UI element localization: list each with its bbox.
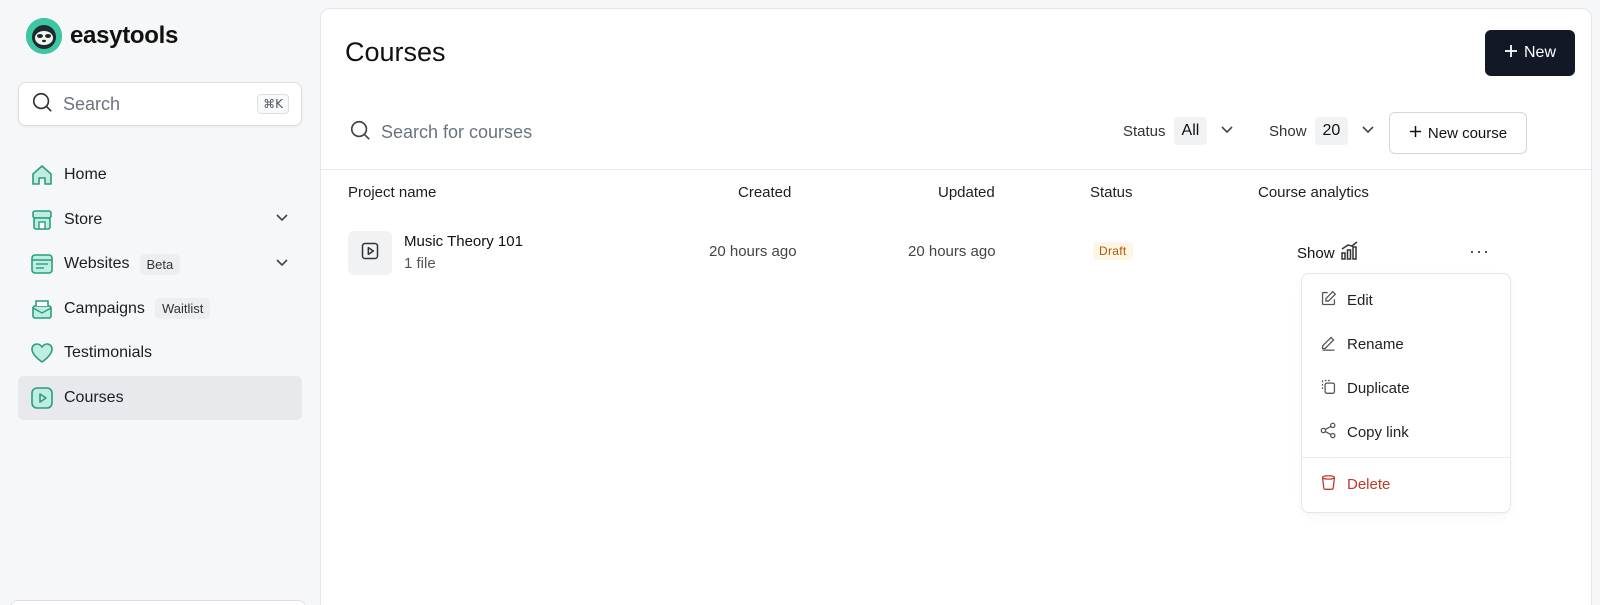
new-course-button[interactable]: New course xyxy=(1389,112,1527,154)
sidebar-item-label: Store xyxy=(64,210,103,228)
sidebar-item-websites[interactable]: Websites Beta xyxy=(18,242,302,286)
menu-item-edit[interactable]: Edit xyxy=(1302,280,1510,320)
new-button-label: New xyxy=(1523,44,1556,61)
status-filter-label: Status xyxy=(1123,122,1166,140)
menu-item-label: Copy link xyxy=(1347,423,1409,441)
page-title: Courses xyxy=(345,37,446,67)
analytics-chart-icon xyxy=(1339,241,1359,265)
sidebar-item-store[interactable]: Store xyxy=(18,198,302,242)
websites-icon xyxy=(30,252,54,276)
course-search-placeholder: Search for courses xyxy=(381,122,533,142)
brand-name: easytools xyxy=(70,22,179,49)
menu-item-delete[interactable]: Delete xyxy=(1302,464,1510,504)
sidebar-item-home[interactable]: Home xyxy=(18,153,302,197)
sidebar-nav: Home Store Websites Beta Campaigns Waitl… xyxy=(18,153,302,420)
campaigns-icon xyxy=(30,297,54,321)
sidebar-item-label: Testimonials xyxy=(64,344,153,361)
brand[interactable]: easytools xyxy=(26,18,178,54)
menu-divider xyxy=(1302,457,1510,458)
heart-icon xyxy=(30,341,54,365)
chevron-down-icon[interactable] xyxy=(274,209,290,230)
column-header-project-name[interactable]: Project name xyxy=(348,184,436,201)
waitlist-badge: Waitlist xyxy=(154,298,211,319)
sloth-logo-icon xyxy=(26,18,62,54)
search-placeholder: Search xyxy=(63,93,121,114)
menu-item-label: Duplicate xyxy=(1347,379,1410,397)
chevron-down-icon xyxy=(1360,121,1376,141)
sidebar-item-label: Websites xyxy=(64,255,130,272)
menu-item-label: Edit xyxy=(1347,291,1373,309)
trash-icon xyxy=(1320,474,1337,495)
store-icon xyxy=(30,208,54,232)
course-title[interactable]: Music Theory 101 xyxy=(404,233,523,250)
search-icon xyxy=(349,119,371,146)
sidebar-item-campaigns[interactable]: Campaigns Waitlist xyxy=(18,287,302,331)
more-actions-button[interactable]: ··· xyxy=(1469,241,1490,262)
course-created: 20 hours ago xyxy=(709,243,797,260)
column-header-created[interactable]: Created xyxy=(738,184,791,201)
status-filter-value: All xyxy=(1173,117,1208,145)
show-analytics-link[interactable]: Show xyxy=(1297,241,1359,265)
column-header-updated[interactable]: Updated xyxy=(938,184,995,201)
plus-icon xyxy=(1409,125,1422,142)
sidebar: easytools Search ⌘K Home Store Websites … xyxy=(0,0,320,605)
sidebar-search-input[interactable]: Search ⌘K xyxy=(18,82,302,126)
plus-icon xyxy=(1504,44,1518,63)
chevron-down-icon xyxy=(1219,121,1235,141)
share-icon xyxy=(1320,422,1337,443)
edit-icon xyxy=(1320,290,1337,311)
search-icon xyxy=(31,91,53,118)
search-shortcut: ⌘K xyxy=(257,94,289,114)
status-badge: Draft xyxy=(1093,242,1133,260)
show-filter[interactable]: Show 20 xyxy=(1269,117,1376,145)
beta-badge: Beta xyxy=(139,253,181,275)
status-filter[interactable]: Status All xyxy=(1123,117,1235,145)
course-search-input[interactable]: Search for courses xyxy=(349,119,532,146)
column-header-course-analytics[interactable]: Course analytics xyxy=(1258,184,1369,201)
course-file-count: 1 file xyxy=(404,255,436,272)
menu-item-label: Rename xyxy=(1347,335,1404,353)
home-icon xyxy=(30,163,54,187)
copy-icon xyxy=(1320,378,1337,399)
toolbar-divider xyxy=(321,169,1591,170)
menu-item-copy-link[interactable]: Copy link xyxy=(1302,412,1510,452)
sidebar-item-label: Campaigns xyxy=(64,299,145,317)
menu-item-duplicate[interactable]: Duplicate xyxy=(1302,368,1510,408)
new-course-label: New course xyxy=(1427,124,1508,142)
menu-item-rename[interactable]: Rename xyxy=(1302,324,1510,364)
main-panel: Courses New Search for courses Status Al… xyxy=(320,8,1592,605)
sidebar-item-testimonials[interactable]: Testimonials xyxy=(18,331,302,375)
chevron-down-icon[interactable] xyxy=(274,254,290,275)
row-actions-menu: Edit Rename Duplicate Copy link Delete xyxy=(1301,273,1511,513)
show-filter-value: 20 xyxy=(1314,117,1349,145)
course-thumbnail[interactable] xyxy=(348,231,392,275)
pen-icon xyxy=(1320,334,1337,355)
course-updated: 20 hours ago xyxy=(908,243,996,260)
menu-item-label: Delete xyxy=(1347,475,1391,493)
sidebar-item-label: Home xyxy=(64,166,107,183)
new-button[interactable]: New xyxy=(1485,30,1575,76)
play-icon xyxy=(360,241,380,266)
show-filter-label: Show xyxy=(1269,122,1307,140)
column-header-status[interactable]: Status xyxy=(1090,184,1133,201)
sidebar-item-courses[interactable]: Courses xyxy=(18,375,302,420)
sidebar-footer-card[interactable] xyxy=(10,600,306,605)
sidebar-item-label: Courses xyxy=(64,388,124,406)
play-icon xyxy=(30,386,54,410)
show-analytics-label: Show xyxy=(1297,244,1335,262)
